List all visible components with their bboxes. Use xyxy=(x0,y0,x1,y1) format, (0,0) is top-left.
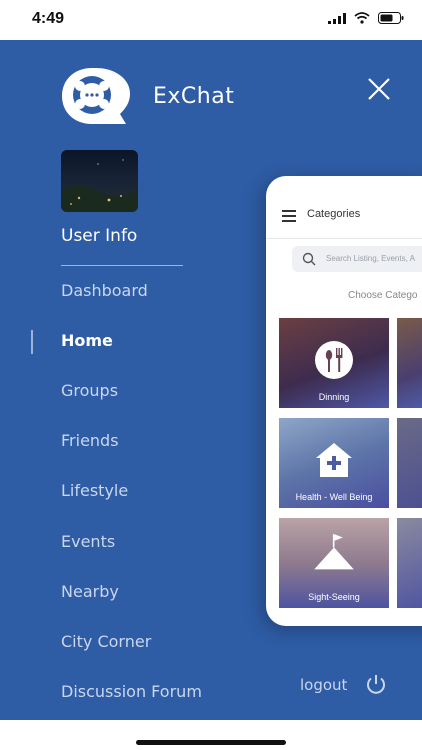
search-icon xyxy=(302,252,316,266)
user-info-label[interactable]: User Info xyxy=(61,226,137,246)
menu-item-nearby[interactable]: Nearby xyxy=(61,582,119,601)
category-tile-partial[interactable] xyxy=(397,418,422,508)
app-preview-card[interactable]: Categories Search Listing, Events, A Cho… xyxy=(266,176,422,626)
menu-item-discussion-forum[interactable]: Discussion Forum xyxy=(61,682,202,701)
menu-item-friends[interactable]: Friends xyxy=(61,431,119,450)
home-indicator[interactable] xyxy=(136,740,286,745)
category-tile-sightseeing[interactable]: Sight-Seeing xyxy=(279,518,389,608)
app-logo-icon xyxy=(62,68,130,124)
wifi-icon xyxy=(354,12,370,24)
preview-header: Categories xyxy=(266,176,422,239)
status-bar: 4:49 xyxy=(0,0,422,40)
avatar[interactable] xyxy=(61,150,138,212)
status-icons xyxy=(328,12,404,24)
category-tile-partial[interactable] xyxy=(397,318,422,408)
menu-item-dashboard[interactable]: Dashboard xyxy=(61,281,148,300)
tile-label-sightseeing: Sight-Seeing xyxy=(308,592,360,602)
battery-icon xyxy=(378,12,404,24)
menu-item-groups[interactable]: Groups xyxy=(61,381,118,400)
logout-button[interactable]: logout xyxy=(300,676,347,694)
app-title: ExChat xyxy=(153,84,235,109)
close-icon[interactable] xyxy=(364,74,394,104)
home-indicator-area xyxy=(0,720,422,750)
preview-title: Categories xyxy=(307,208,361,220)
divider xyxy=(61,265,183,266)
category-tile-dining[interactable]: Dinning xyxy=(279,318,389,408)
status-time: 4:49 xyxy=(32,10,65,27)
menu-item-city-corner[interactable]: City Corner xyxy=(61,632,151,651)
active-item-marker xyxy=(31,330,33,354)
cellular-signal-icon xyxy=(328,12,346,24)
search-input[interactable]: Search Listing, Events, A xyxy=(292,246,422,272)
menu-item-events[interactable]: Events xyxy=(61,532,115,551)
category-tile-partial[interactable] xyxy=(397,518,422,608)
hamburger-menu-icon[interactable] xyxy=(282,210,296,225)
tile-label-dining: Dinning xyxy=(318,392,350,402)
category-tile-health[interactable]: Health - Well Being xyxy=(279,418,389,508)
mountain-icon xyxy=(314,534,354,570)
hospital-icon xyxy=(316,443,352,477)
menu-item-home[interactable]: Home xyxy=(61,331,113,350)
menu-item-lifestyle[interactable]: Lifestyle xyxy=(61,481,128,500)
dining-icon xyxy=(315,341,353,379)
power-icon[interactable] xyxy=(365,673,387,695)
tile-label-health: Health - Well Being xyxy=(295,492,373,502)
choose-category-label: Choose Catego xyxy=(348,290,418,301)
search-placeholder: Search Listing, Events, A xyxy=(326,254,415,263)
